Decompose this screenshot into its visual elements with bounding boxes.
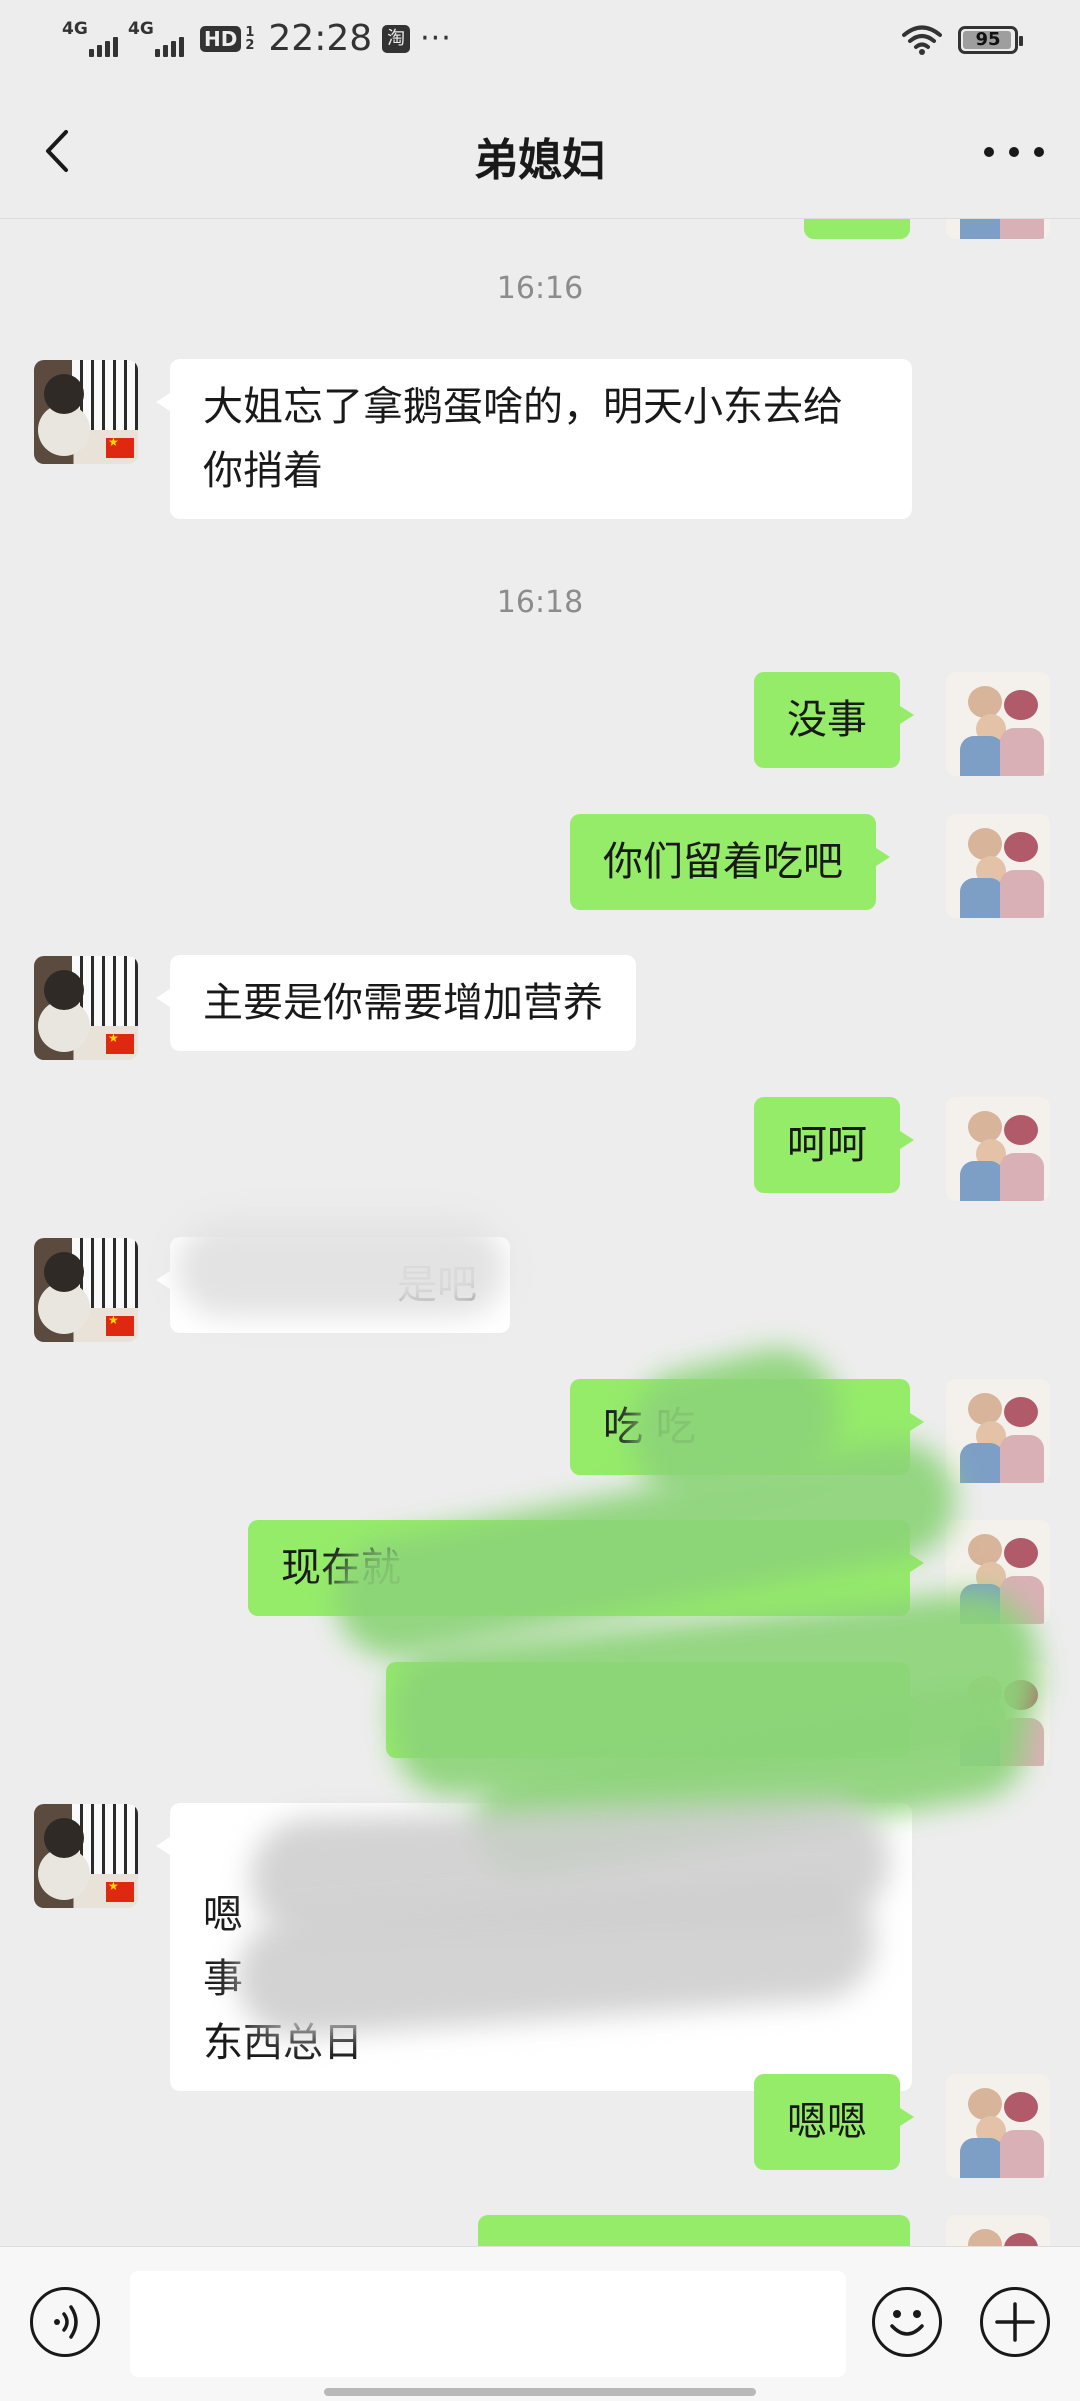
- message-bubble-outgoing[interactable]: 没事: [754, 672, 914, 768]
- message-bubble-incoming[interactable]: 主要是你需要增加营养: [156, 955, 636, 1051]
- more-notifications-icon: ···: [420, 21, 452, 56]
- contact-avatar[interactable]: [34, 1238, 138, 1342]
- my-avatar[interactable]: [946, 2074, 1050, 2178]
- my-avatar[interactable]: [946, 1379, 1050, 1483]
- voice-icon: [54, 2305, 78, 2339]
- my-avatar[interactable]: [946, 1097, 1050, 1201]
- contact-avatar[interactable]: [34, 1804, 138, 1908]
- wifi-icon: [902, 25, 942, 55]
- timestamp: 16:18: [496, 585, 584, 620]
- emoji-button[interactable]: [872, 2287, 942, 2357]
- my-avatar[interactable]: [946, 672, 1050, 776]
- message-bubble-outgoing[interactable]: 呵呵: [754, 1097, 914, 1193]
- battery-icon: 95: [958, 26, 1023, 54]
- cellular-signal-2-icon: 4G: [128, 19, 184, 59]
- voice-input-button[interactable]: [30, 2287, 100, 2357]
- redaction-blur: [176, 1221, 506, 1317]
- more-options-icon[interactable]: [984, 132, 1044, 172]
- timestamp: 16:16: [496, 271, 584, 306]
- message-text-field[interactable]: [130, 2271, 846, 2377]
- my-avatar[interactable]: [946, 814, 1050, 918]
- message-bubble-outgoing[interactable]: [478, 2215, 910, 2246]
- hd-voice-icon: HD: [200, 25, 242, 52]
- contact-avatar[interactable]: [34, 956, 138, 1060]
- battery-level: 95: [975, 29, 1001, 50]
- message-bubble-partial[interactable]: [804, 219, 910, 239]
- chat-header: 弟媳妇: [0, 86, 1080, 219]
- chat-title: 弟媳妇: [474, 135, 606, 186]
- message-bubble-incoming[interactable]: 大姐忘了拿鹅蛋啥的，明天小东去给你捎着: [156, 359, 912, 519]
- more-functions-button[interactable]: [980, 2287, 1050, 2357]
- emoji-icon: [890, 2310, 924, 2336]
- input-bar: [0, 2246, 1080, 2401]
- hd-sim-indicator: 1 2: [245, 24, 255, 53]
- taobao-notification-icon: 淘: [382, 24, 411, 53]
- contact-avatar[interactable]: [34, 360, 138, 464]
- message-list[interactable]: 16:16 大姐忘了拿鹅蛋啥的，明天小东去给你捎着 16:18 没事 你们留着吃…: [0, 219, 1080, 2246]
- status-bar: 4G 4G HD 1 2 22:28 淘 ··· 95: [0, 0, 1080, 86]
- cellular-signal-1-icon: 4G: [62, 19, 118, 59]
- message-bubble-outgoing[interactable]: 你们留着吃吧: [570, 814, 890, 910]
- message-bubble-outgoing[interactable]: 嗯嗯: [754, 2074, 914, 2170]
- plus-icon: [995, 2302, 1035, 2342]
- my-avatar[interactable]: [946, 219, 1050, 239]
- home-indicator[interactable]: [324, 2388, 756, 2396]
- my-avatar[interactable]: [946, 2215, 1050, 2246]
- status-time: 22:28: [268, 18, 373, 59]
